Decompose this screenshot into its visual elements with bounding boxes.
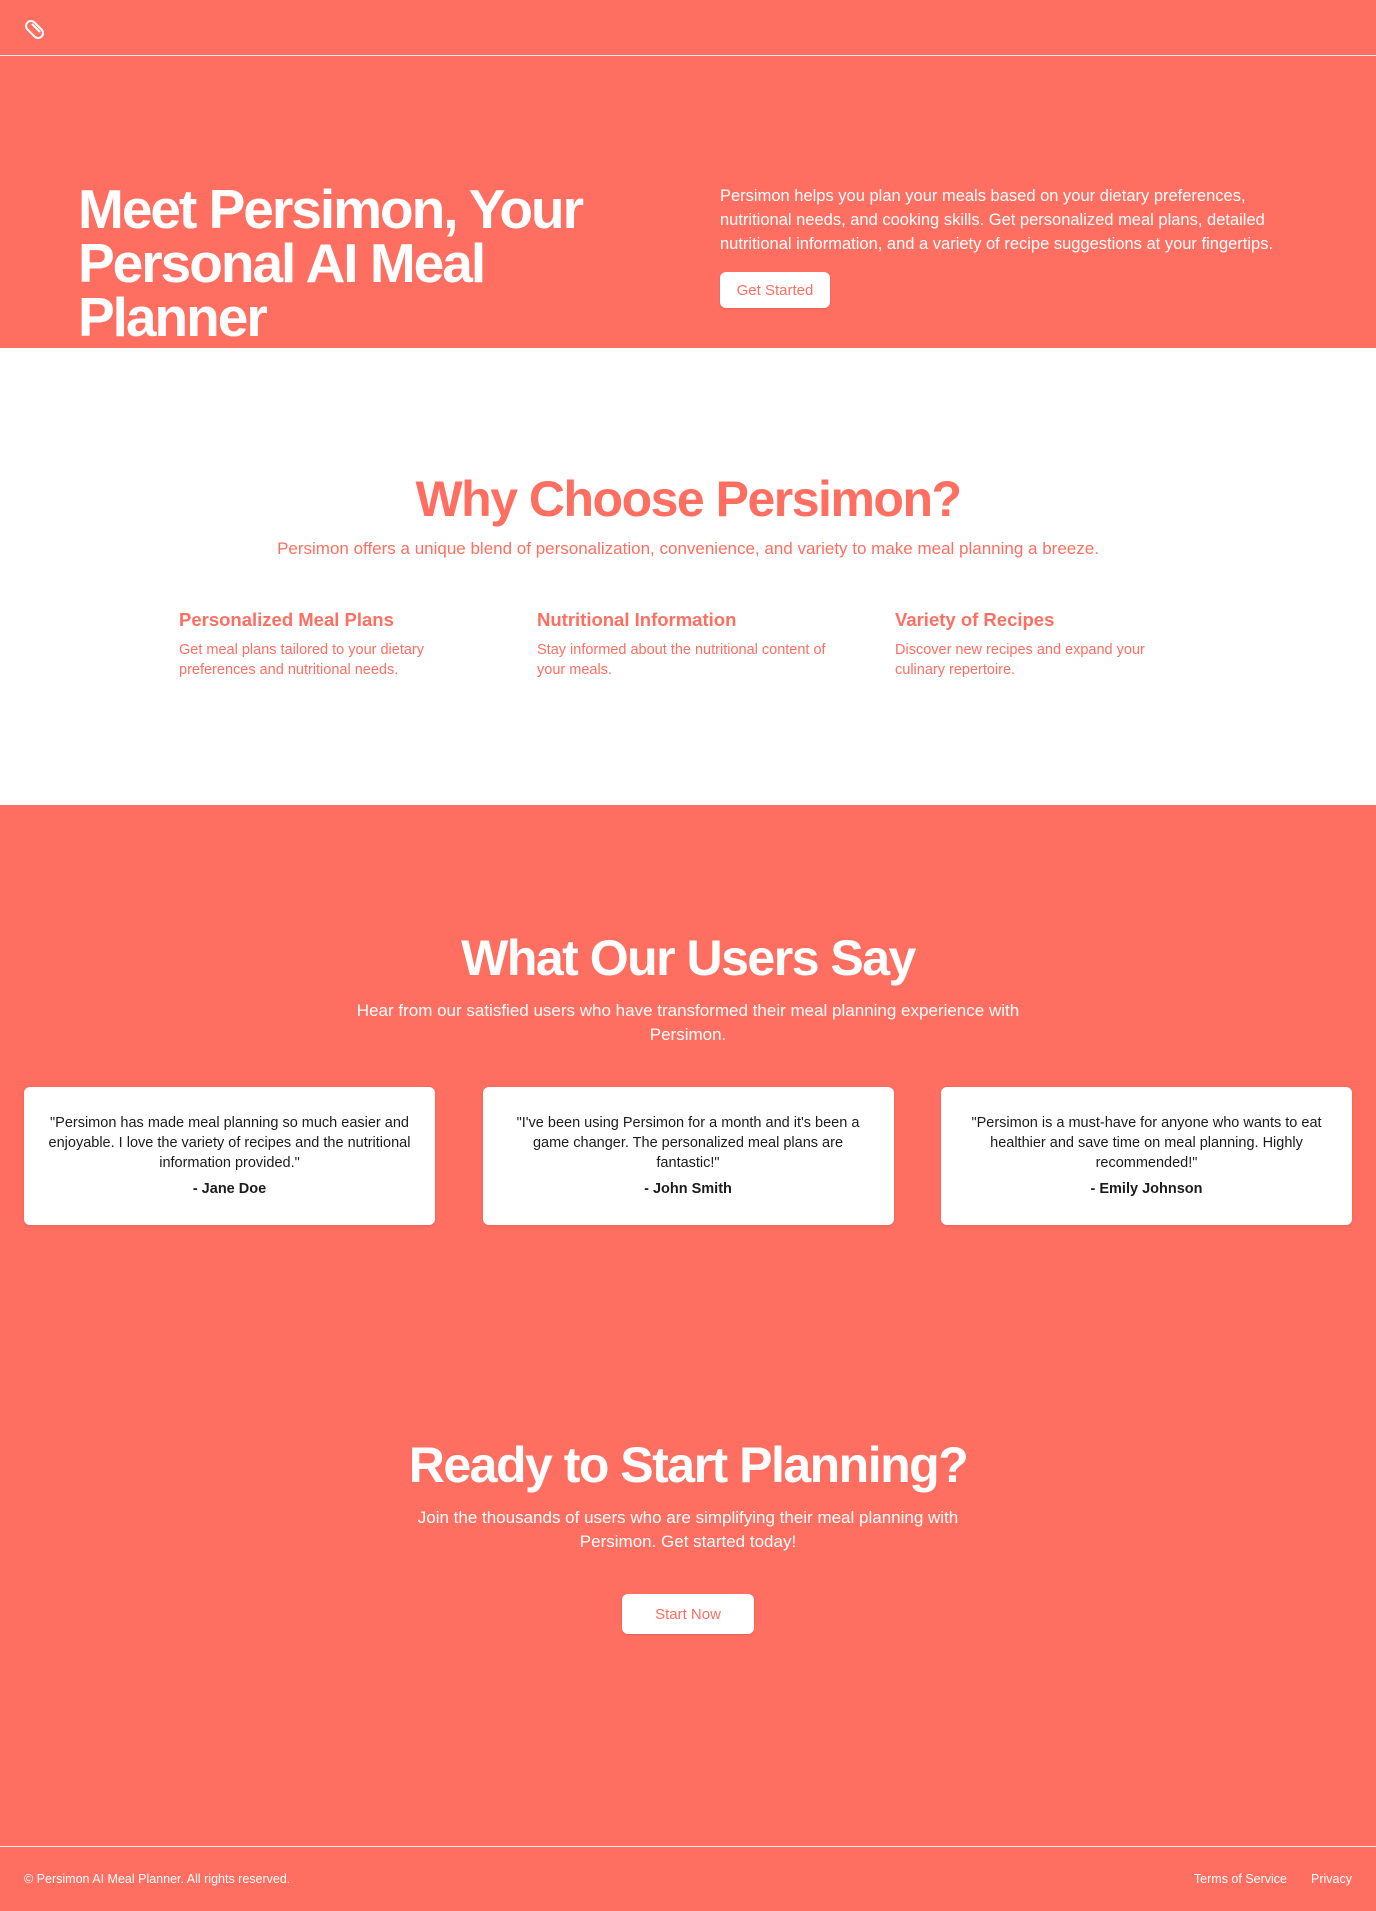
feature-card: Nutritional Information Stay informed ab…	[537, 608, 839, 680]
testimonial-quote: "Persimon is a must-have for anyone who …	[971, 1115, 1322, 1171]
testimonial-author: - Emily Johnson	[1090, 1181, 1203, 1197]
hero-description: Persimon helps you plan your meals based…	[720, 187, 1274, 253]
cta-section: Ready to Start Planning? Join the thousa…	[0, 1312, 1376, 1846]
terms-of-service-link[interactable]: Terms of Service	[1194, 1872, 1287, 1886]
testimonial-quote: "I've been using Persimon for a month an…	[516, 1115, 860, 1171]
copyright-text: © Persimon AI Meal Planner. All rights r…	[24, 1872, 291, 1886]
features-section: Why Choose Persimon? Persimon offers a u…	[0, 348, 1376, 805]
testimonial-author: - Jane Doe	[192, 1181, 267, 1197]
pill-icon[interactable]	[24, 16, 48, 40]
cta-title: Ready to Start Planning?	[408, 1437, 969, 1493]
feature-title: Personalized Meal Plans	[179, 609, 394, 630]
features-title: Why Choose Persimon?	[415, 471, 962, 527]
feature-title: Nutritional Information	[537, 609, 737, 630]
testimonial-card: "Persimon is a must-have for anyone who …	[941, 1087, 1352, 1225]
testimonials-title: What Our Users Say	[461, 930, 916, 986]
cta-subtitle: Join the thousands of users who are simp…	[417, 1508, 959, 1551]
feature-description: Discover new recipes and expand your cul…	[895, 642, 1145, 678]
privacy-link[interactable]: Privacy	[1311, 1872, 1352, 1886]
site-header	[0, 0, 1376, 56]
hero-section: Meet Persimon, Your Personal AI Meal Pla…	[0, 56, 1376, 348]
hero-title: Meet Persimon, Your Personal AI Meal Pla…	[78, 178, 584, 348]
testimonial-list: "Persimon has made meal planning so much…	[0, 1087, 1376, 1225]
features-subtitle: Persimon offers a unique blend of person…	[277, 539, 1099, 558]
feature-description: Stay informed about the nutritional cont…	[537, 642, 826, 678]
testimonial-card: "I've been using Persimon for a month an…	[482, 1087, 894, 1225]
feature-description: Get meal plans tailored to your dietary …	[179, 642, 425, 678]
get-started-button[interactable]: Get Started	[720, 272, 830, 308]
testimonial-quote: "Persimon has made meal planning so much…	[48, 1115, 411, 1171]
hero-content: Persimon helps you plan your meals based…	[720, 184, 1300, 308]
start-now-button[interactable]: Start Now	[622, 1594, 754, 1634]
footer-nav: Terms of Service Privacy	[1194, 1872, 1352, 1886]
testimonial-card: "Persimon has made meal planning so much…	[24, 1087, 435, 1225]
features-grid: Personalized Meal Plans Get meal plans t…	[0, 608, 1376, 680]
testimonials-subtitle: Hear from our satisfied users who have t…	[356, 1001, 1020, 1044]
testimonial-author: - John Smith	[644, 1181, 732, 1197]
feature-card: Personalized Meal Plans Get meal plans t…	[179, 608, 481, 680]
testimonials-section: What Our Users Say Hear from our satisfi…	[0, 805, 1376, 1312]
feature-title: Variety of Recipes	[895, 609, 1055, 630]
feature-card: Variety of Recipes Discover new recipes …	[895, 608, 1197, 680]
